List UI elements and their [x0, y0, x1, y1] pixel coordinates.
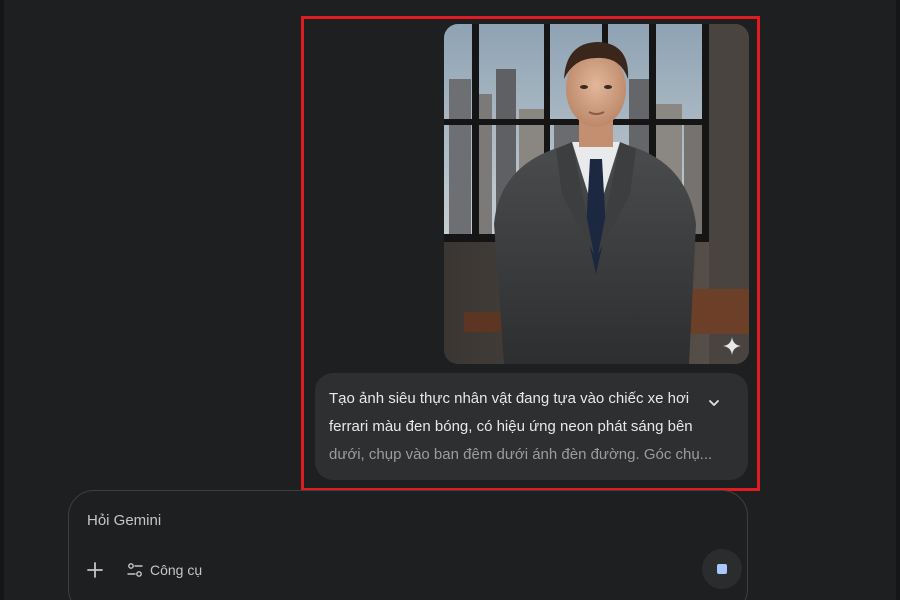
left-edge — [0, 0, 4, 600]
tools-button[interactable]: Công cụ — [127, 558, 202, 582]
highlight-frame — [301, 16, 760, 491]
prompt-input-box[interactable]: Hỏi Gemini Công cụ — [68, 490, 748, 600]
stop-icon — [717, 564, 727, 574]
stop-button[interactable] — [702, 549, 742, 589]
plus-icon[interactable] — [86, 561, 104, 579]
right-edge — [896, 0, 900, 600]
gemini-chat-page: Tạo ảnh siêu thực nhân vật đang tựa vào … — [0, 0, 900, 600]
tune-icon — [127, 563, 143, 577]
tools-label: Công cụ — [150, 562, 203, 578]
prompt-input[interactable]: Hỏi Gemini — [87, 512, 161, 529]
